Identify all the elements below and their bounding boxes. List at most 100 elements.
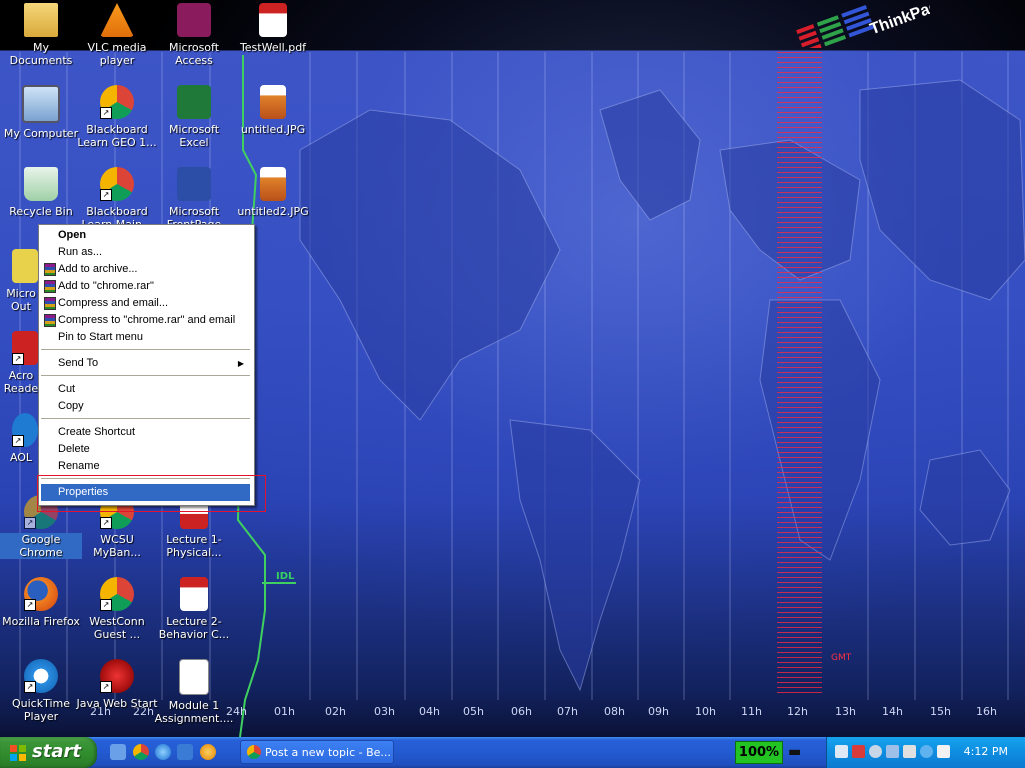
menu-item-compress-and-email[interactable]: Compress and email... <box>41 295 250 312</box>
taskbar-window-title: Post a new topic - Be... <box>265 746 391 759</box>
vlc-icon <box>100 3 134 37</box>
battery-indicator[interactable]: 100% <box>735 741 783 764</box>
icon-label: Microsoft Excel <box>168 123 220 149</box>
player-icon[interactable] <box>200 744 216 760</box>
acrobat-icon: ↗ <box>12 331 38 365</box>
menu-item-cut[interactable]: Cut <box>41 381 250 398</box>
hour-label: 05h <box>463 705 484 718</box>
hour-label: 02h <box>325 705 346 718</box>
java-icon: ↗ <box>100 659 134 693</box>
desktop-icon-untitled-jpg[interactable]: untitled.JPG <box>232 85 314 136</box>
taskbar-window-button[interactable]: Post a new topic - Be... <box>240 740 394 764</box>
icon-label: Lecture 1- Physical... <box>166 533 222 559</box>
firefox-icon: ↗ <box>24 577 58 611</box>
desktop-icon-aol[interactable]: ↗ AOL <box>0 413 42 464</box>
desktop-icon-excel[interactable]: Microsoft Excel <box>153 85 235 149</box>
menu-item-send-to[interactable]: Send To ▶ <box>41 355 250 372</box>
desktop-icon-blackboard-geo[interactable]: ↗ Blackboard Learn GEO 1... <box>76 85 158 149</box>
hour-label: 13h <box>835 705 856 718</box>
access-icon <box>177 3 211 37</box>
start-label: start <box>32 741 81 762</box>
winrar-icon <box>44 280 56 293</box>
icon-label: Lecture 2- Behavior C... <box>158 615 230 641</box>
desktop-icon-quicktime[interactable]: ↗ QuickTime Player <box>0 659 82 723</box>
menu-item-pin-to-start[interactable]: Pin to Start menu <box>41 329 250 346</box>
hour-label: 07h <box>557 705 578 718</box>
icon-label: My Documents <box>9 41 73 67</box>
menu-item-copy[interactable]: Copy <box>41 398 250 415</box>
chrome-icon: ↗ <box>100 577 134 611</box>
media-icon[interactable] <box>177 744 193 760</box>
winrar-icon <box>44 263 56 276</box>
start-button[interactable]: start <box>0 737 97 768</box>
menu-item-delete[interactable]: Delete <box>41 441 250 458</box>
internet-explorer-icon[interactable] <box>155 744 171 760</box>
menu-separator <box>41 418 250 419</box>
chrome-icon: ↗ <box>100 85 134 119</box>
icon-label: AOL <box>9 451 33 464</box>
desktop-icon-frontpage[interactable]: Microsoft FrontPage <box>153 167 235 231</box>
system-tray: 4:12 PM <box>826 737 1025 768</box>
taskbar: start Post a new topic - Be... 100% ▬ 4:… <box>0 737 1025 768</box>
thinkpad-text: ThinkPad <box>868 2 930 38</box>
desktop-icon-my-documents[interactable]: My Documents <box>0 3 82 67</box>
menu-item-compress-chrome-rar-email[interactable]: Compress to "chrome.rar" and email <box>41 312 250 329</box>
submenu-arrow-icon: ▶ <box>237 359 244 368</box>
desktop-icon-my-computer[interactable]: My Computer <box>0 85 82 140</box>
display-icon[interactable] <box>903 745 916 758</box>
clock[interactable]: 4:12 PM <box>964 745 1008 758</box>
hour-label: 11h <box>741 705 762 718</box>
desktop-icon-blackboard-main[interactable]: ↗ Blackboard Learn Main... <box>76 167 158 231</box>
speaker-icon[interactable] <box>869 745 882 758</box>
update-icon[interactable] <box>937 745 950 758</box>
icon-label: Module 1 Assignment.... <box>154 699 234 725</box>
desktop-icon-java-web-start[interactable]: ↗ Java Web Start <box>76 659 158 710</box>
menu-item-open[interactable]: Open <box>41 227 250 244</box>
desktop-icon-mozilla-firefox[interactable]: ↗ Mozilla Firefox <box>0 577 82 628</box>
hour-label: 12h <box>787 705 808 718</box>
chrome-icon <box>247 745 261 759</box>
desktop-icon-outlook[interactable]: Micro Out <box>0 249 42 313</box>
icon-label: Micro Out <box>6 287 36 313</box>
properties-highlight-box <box>37 475 266 512</box>
desktop-icon-module-1[interactable]: Module 1 Assignment.... <box>153 659 235 725</box>
network-icon[interactable] <box>835 745 848 758</box>
menu-item-run-as[interactable]: Run as... <box>41 244 250 261</box>
quicktime-icon: ↗ <box>24 659 58 693</box>
show-desktop-icon[interactable] <box>110 744 126 760</box>
hour-label: 09h <box>648 705 669 718</box>
icon-label: untitled2.JPG <box>237 205 309 218</box>
desktop-icon-untitled2-jpg[interactable]: untitled2.JPG <box>232 167 314 218</box>
icon-label: My Computer <box>3 127 79 140</box>
pdf-icon <box>259 3 287 37</box>
winrar-icon <box>44 314 56 327</box>
menu-item-create-shortcut[interactable]: Create Shortcut <box>41 424 250 441</box>
menu-item-add-to-archive[interactable]: Add to archive... <box>41 261 250 278</box>
search-icon[interactable] <box>920 745 933 758</box>
chrome-quicklaunch-icon[interactable] <box>133 744 149 760</box>
desktop-icon-testwell-pdf[interactable]: TestWell.pdf <box>232 3 314 54</box>
thinkpad-logo: ThinkPad <box>796 2 930 48</box>
security-icon[interactable] <box>852 745 865 758</box>
recycle-bin-icon <box>24 167 58 201</box>
menu-separator <box>41 349 250 350</box>
idl-label: IDL <box>276 571 295 582</box>
desktop-icon-acrobat[interactable]: ↗ Acro Reade <box>0 331 42 395</box>
bluetooth-icon[interactable] <box>886 745 899 758</box>
menu-item-add-to-chrome-rar[interactable]: Add to "chrome.rar" <box>41 278 250 295</box>
image-icon <box>260 85 286 119</box>
desktop-icon-westconn[interactable]: ↗ WestConn Guest ... <box>76 577 158 641</box>
menu-item-rename[interactable]: Rename <box>41 458 250 475</box>
hour-label: 16h <box>976 705 997 718</box>
desktop-icon-access[interactable]: Microsoft Access <box>153 3 235 67</box>
desktop-icon-recycle-bin[interactable]: Recycle Bin <box>0 167 82 218</box>
excel-icon <box>177 85 211 119</box>
hour-label: 08h <box>604 705 625 718</box>
pdf-icon <box>180 577 208 611</box>
icon-label: Microsoft Access <box>168 41 220 67</box>
desktop: GMT IDL 21h 22h 24h 01h 02h 03h 04h 05h … <box>0 0 1025 737</box>
desktop-icon-vlc[interactable]: VLC media player <box>76 3 158 67</box>
desktop-icon-lecture-2[interactable]: Lecture 2- Behavior C... <box>153 577 235 641</box>
icon-label: Google Chrome <box>0 533 82 559</box>
hour-label: 15h <box>930 705 951 718</box>
